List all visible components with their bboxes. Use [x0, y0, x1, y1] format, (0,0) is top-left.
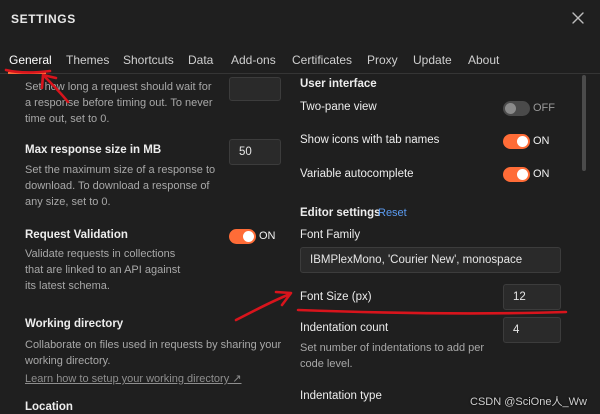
tab-proxy[interactable]: Proxy	[367, 53, 398, 67]
tab-themes[interactable]: Themes	[66, 53, 109, 67]
request-validation-description-line-3: its latest schema.	[25, 280, 110, 292]
variable-autocomplete-state: ON	[533, 168, 550, 180]
toggle-knob	[517, 169, 528, 180]
font-size-label: Font Size (px)	[300, 291, 372, 303]
working-directory-description-line-2: working directory.	[25, 355, 111, 367]
working-directory-label: Working directory	[25, 318, 124, 330]
variable-autocomplete-label: Variable autocomplete	[300, 168, 414, 180]
content-scrollbar[interactable]	[582, 75, 586, 171]
working-directory-help-link[interactable]: Learn how to setup your working director…	[25, 372, 242, 385]
settings-header: SETTINGS	[0, 0, 600, 40]
request-validation-description-line-1: Validate requests in collections	[25, 248, 176, 260]
two-pane-view-toggle[interactable]	[503, 101, 530, 116]
toggle-knob	[517, 136, 528, 147]
editor-reset-button[interactable]: Reset	[378, 207, 407, 219]
max-response-description-line-2: download. To download a response of	[25, 180, 210, 192]
tab-add-ons[interactable]: Add-ons	[231, 53, 276, 67]
font-family-input[interactable]: IBMPlexMono, 'Courier New', monospace	[300, 247, 561, 273]
request-validation-label: Request Validation	[25, 229, 128, 241]
two-pane-view-label: Two-pane view	[300, 101, 377, 113]
font-size-input[interactable]: 12	[503, 284, 561, 310]
request-validation-toggle[interactable]	[229, 229, 256, 244]
indentation-count-label: Indentation count	[300, 322, 389, 334]
indentation-count-input[interactable]: 4	[503, 317, 561, 343]
max-response-description-line-1: Set the maximum size of a response to	[25, 164, 216, 176]
settings-tabs: General Themes Shortcuts Data Add-ons Ce…	[0, 48, 600, 74]
close-icon	[572, 12, 584, 24]
max-response-description-line-3: any size, set to 0.	[25, 196, 111, 208]
tab-update[interactable]: Update	[413, 53, 452, 67]
indentation-count-description-line-1: Set number of indentations to add per	[300, 342, 485, 354]
request-validation-state: ON	[259, 230, 276, 242]
tab-certificates[interactable]: Certificates	[292, 53, 352, 67]
indentation-type-label: Indentation type	[300, 390, 382, 402]
timeout-description-line-2: a response before timing out. To never	[25, 97, 213, 109]
indentation-count-description-line-2: code level.	[300, 358, 353, 370]
editor-settings-heading: Editor settings	[300, 207, 381, 219]
timeout-description-line-1: Set how long a request should wait for	[25, 81, 212, 93]
working-directory-description-line-1: Collaborate on files used in requests by…	[25, 339, 282, 351]
csdn-watermark: CSDN @SciOne人_Ww	[470, 396, 587, 408]
variable-autocomplete-toggle[interactable]	[503, 167, 530, 182]
request-validation-description-line-2: that are linked to an API against	[25, 264, 181, 276]
close-button[interactable]	[568, 8, 588, 28]
tab-about[interactable]: About	[468, 53, 499, 67]
user-interface-heading: User interface	[300, 78, 377, 90]
show-icons-state: ON	[533, 135, 550, 147]
settings-title: SETTINGS	[11, 12, 76, 26]
two-pane-view-state: OFF	[533, 102, 555, 114]
max-response-input[interactable]: 50	[229, 139, 281, 165]
max-response-label: Max response size in MB	[25, 144, 162, 156]
show-icons-toggle[interactable]	[503, 134, 530, 149]
font-family-label: Font Family	[300, 229, 361, 241]
location-label: Location	[25, 401, 73, 413]
tab-general[interactable]: General	[9, 53, 52, 67]
settings-content: Set how long a request should wait for a…	[0, 75, 600, 414]
toggle-knob	[505, 103, 516, 114]
toggle-knob	[243, 231, 254, 242]
tab-shortcuts[interactable]: Shortcuts	[123, 53, 174, 67]
active-tab-indicator	[8, 72, 46, 74]
timeout-description-line-3: time out, set to 0.	[25, 113, 110, 125]
timeout-input[interactable]	[229, 77, 281, 101]
tab-data[interactable]: Data	[188, 53, 213, 67]
show-icons-label: Show icons with tab names	[300, 134, 440, 146]
